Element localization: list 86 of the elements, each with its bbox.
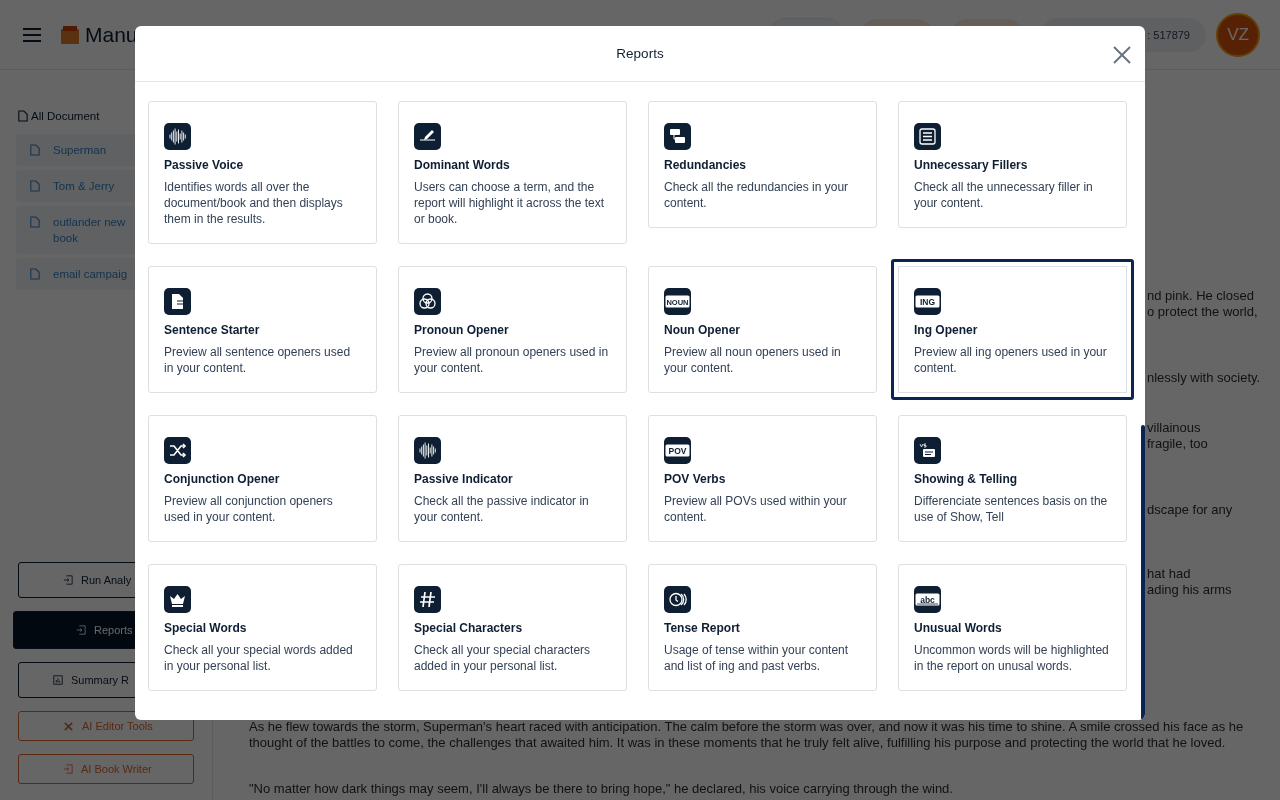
report-card[interactable]: Passive Indicator Check all the passive indicator in your content. — [398, 415, 627, 542]
report-card[interactable]: Redundancies Check all the redundancies in your content. — [648, 101, 877, 228]
card-title: Conjunction Opener — [164, 472, 281, 486]
card-title: Passive Voice — [164, 158, 245, 172]
hash-icon — [414, 586, 441, 613]
card-title: Unusual Words — [914, 621, 1003, 635]
paragraph-line: o protect the world, — [1147, 304, 1259, 320]
menu-icon[interactable] — [22, 26, 42, 43]
report-card[interactable]: ING Ing Opener Preview all ing openers used in your content. — [891, 259, 1134, 400]
report-card[interactable]: Sentence Starter Preview all sentence openers used in your content. — [148, 266, 377, 393]
card-title: Unnecessary Fillers — [914, 158, 1029, 172]
paragraph-line: nd pink. He closed — [1147, 288, 1255, 304]
box-icon — [60, 24, 80, 45]
card-title: Special Characters — [414, 621, 524, 635]
document-icon — [164, 288, 191, 315]
list-icon — [914, 123, 941, 150]
report-card[interactable]: Unnecessary Fillers Check all the unnecessary filler in your content. — [898, 101, 1127, 228]
card-title: Tense Report — [664, 621, 741, 635]
card-title: Pronoun Opener — [414, 323, 510, 337]
card-title: Sentence Starter — [164, 323, 261, 337]
enter-icon — [63, 575, 73, 585]
card-title: Ing Opener — [914, 323, 979, 337]
card-description: Preview all pronoun openers used in your content. — [414, 344, 610, 376]
waveform-icon — [164, 123, 191, 150]
document-icon — [30, 144, 40, 156]
waveform-icon — [414, 437, 441, 464]
enter-icon — [63, 764, 73, 774]
card-description: Users can choose a term, and the report will highlight it across the text or book. — [414, 179, 606, 227]
card-description: Preview all conjunction openers used in your content. — [164, 493, 334, 525]
card-description: Uncommon words will be highlighted in the report on unusal words. — [914, 642, 1110, 674]
card-title: POV Verbs — [664, 472, 727, 486]
report-card[interactable]: abc Unusual Words Uncommon words will be highlighted in the report on unusal words. — [898, 564, 1127, 691]
paragraph-line: nlessly with society. — [1147, 370, 1262, 386]
shuffle-icon — [164, 437, 191, 464]
pen-icon — [414, 123, 441, 150]
card-description: Check all your special characters added in your personal list. — [414, 642, 592, 674]
report-card[interactable]: Pronoun Opener Preview all pronoun openers used in your content. — [398, 266, 627, 393]
report-card[interactable]: POV POV Verbs Preview all POVs used within your content. — [648, 415, 877, 542]
card-title: Dominant Words — [414, 158, 511, 172]
document-icon — [30, 216, 40, 228]
paragraph-line: villainous — [1147, 420, 1202, 436]
report-card[interactable]: Conjunction Opener Preview all conjunction openers used in your content. — [148, 415, 377, 542]
card-title: Redundancies — [664, 158, 748, 172]
card-description: Preview all noun openers used in your content. — [664, 344, 842, 376]
tag-icon: ING — [914, 288, 941, 315]
card-description: Preview all ing openers used in your content. — [914, 344, 1108, 376]
tag-icon: POV — [664, 437, 691, 464]
card-title: Passive Indicator — [414, 472, 514, 486]
card-description: Usage of tense within your content and list of ing and past verbs. — [664, 642, 850, 674]
scrollbar[interactable] — [1141, 425, 1145, 720]
card-title: Showing & Telling — [914, 472, 1019, 486]
sidebar-heading: All Document — [31, 110, 100, 122]
report-card[interactable]: Passive Voice Identifies words all over the document/book and then displays them in the results. — [148, 101, 377, 244]
card-title: Noun Opener — [664, 323, 741, 337]
document-icon — [18, 110, 28, 122]
enter-icon — [76, 625, 86, 635]
paragraph-line: dscape for any — [1147, 502, 1234, 518]
report-card[interactable]: Tense Report Usage of tense within your content and list of ing and past verbs. — [648, 564, 877, 691]
clock-icon — [664, 586, 691, 613]
paragraph: As he flew towards the storm, Superman's heart raced with anticipation. The calm before the storm was over, and now it was his time to shine. A smile crossed his face as he thought of the battles to come, the challenges that awaited him. It was in these moments that he truly felt alive, fulfilling his purpose and protecting the world that he loved. — [249, 719, 1245, 751]
tools-icon — [63, 720, 74, 732]
report-card[interactable]: Dominant Words Users can choose a term, and the report will highlight it across the text or book. — [398, 101, 627, 244]
card-description: Preview all sentence openers used in your content. — [164, 344, 352, 376]
tag-icon: abc — [914, 586, 941, 613]
report-card[interactable]: Showing & Telling Differenciate sentences basis on the use of Show, Tell — [898, 415, 1127, 542]
dialog-title: Reports — [616, 46, 664, 61]
blocks-icon — [664, 123, 691, 150]
close-icon[interactable] — [1111, 44, 1133, 66]
paragraph-line: ading his arms — [1147, 582, 1233, 598]
card-description: Check all the passive indicator in your content. — [414, 493, 590, 525]
card-description: Preview all POVs used within your content. — [664, 493, 848, 525]
report-card[interactable]: Special Characters Check all your special characters added in your personal list. — [398, 564, 627, 691]
circles-icon — [414, 288, 441, 315]
paragraph-line: fragile, too — [1147, 436, 1209, 452]
crown-icon — [164, 586, 191, 613]
card-description: Check all the unnecessary filler in your content. — [914, 179, 1094, 211]
paragraph: "No matter how dark things may seem, I'll always be there to bring hope," he declared, his voice carrying through the wind. — [249, 781, 954, 797]
card-description: Identifies words all over the document/book and then displays them in the results. — [164, 179, 344, 227]
card-icon — [914, 437, 941, 464]
document-icon — [30, 268, 40, 280]
paragraph-line: hat had — [1147, 566, 1192, 582]
chart-icon — [53, 675, 63, 685]
card-description: Differenciate sentences basis on the use of Show, Tell — [914, 493, 1109, 525]
document-icon — [30, 180, 40, 192]
card-description: Check all the redundancies in your content. — [664, 179, 850, 211]
report-card[interactable]: Special Words Check all your special words added in your personal list. — [148, 564, 377, 691]
